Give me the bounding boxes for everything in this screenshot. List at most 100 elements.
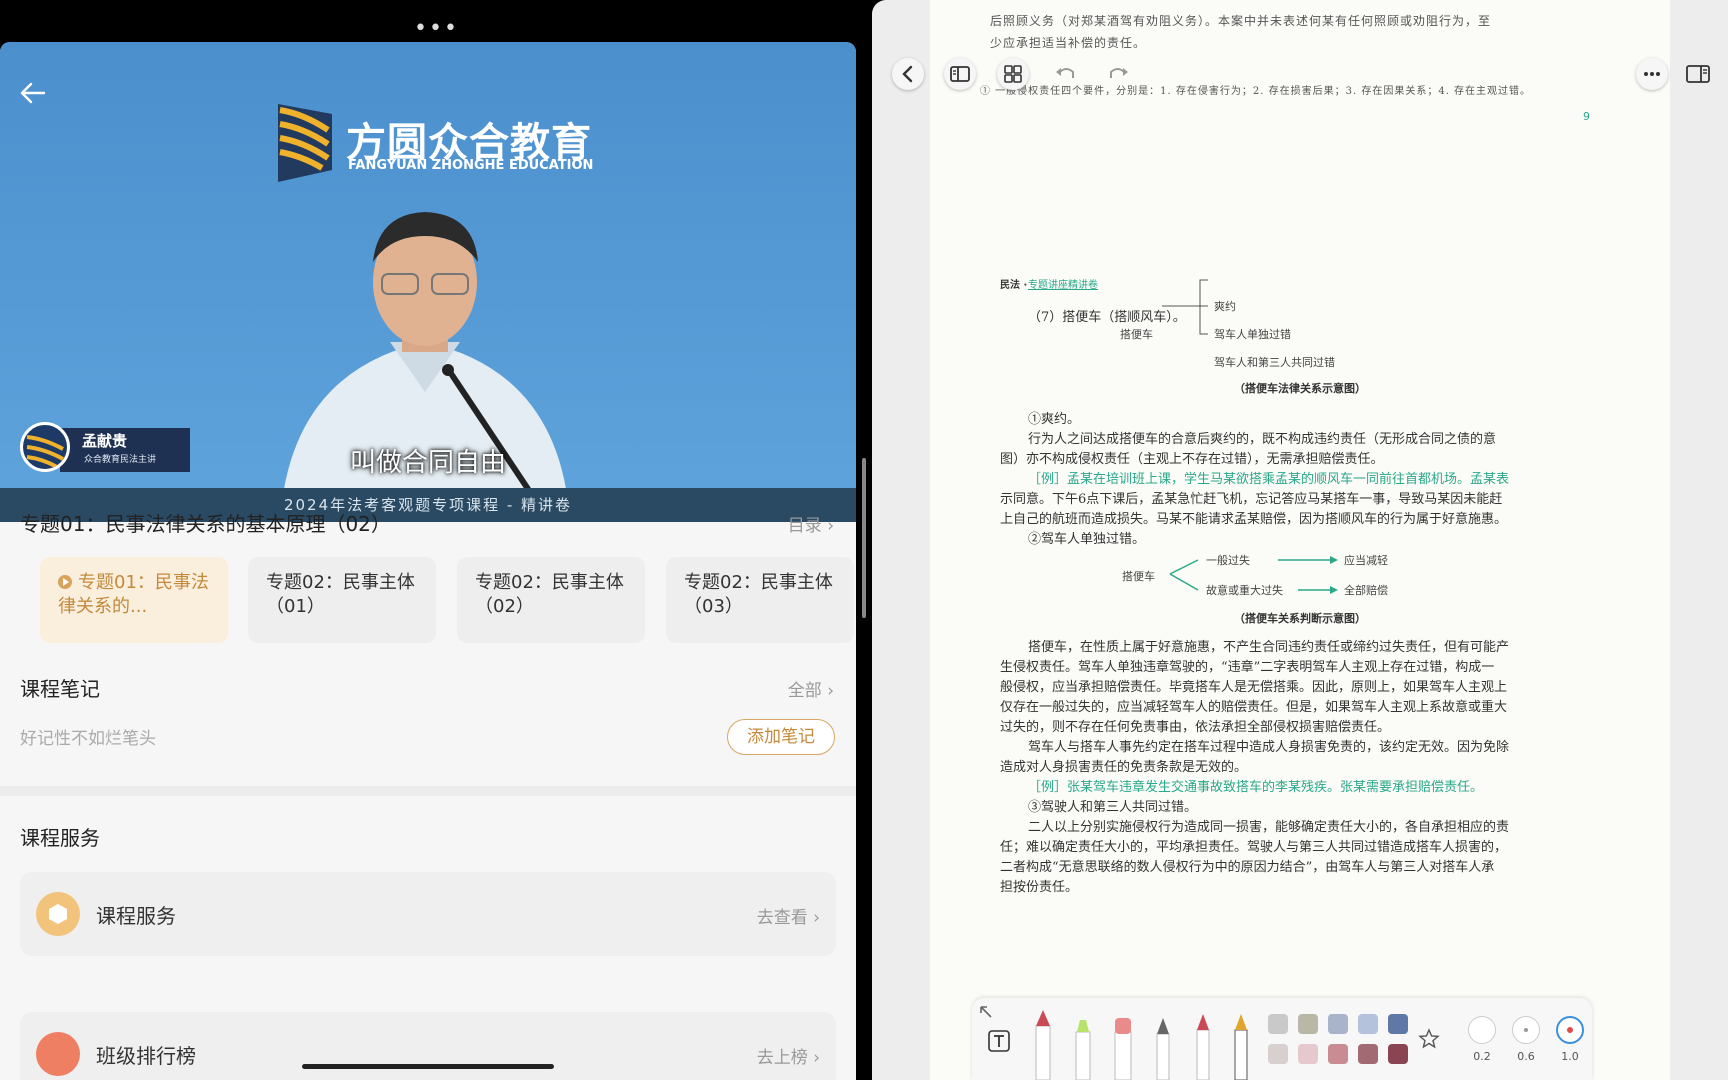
chevron-left-icon bbox=[902, 65, 913, 83]
paragraph-line: 二人以上分别实施侵权行为造成同一损害，能够确定责任大小的，各自承担相应的责 bbox=[1028, 820, 1510, 835]
paragraph-line: 担按份责任。 bbox=[1000, 880, 1079, 895]
previous-page: 后照顾义务（对郑某酒驾有劝阻义务）。本案中并未表述何某有任何照顾或劝阻行为，至 … bbox=[930, 0, 1670, 188]
video-player[interactable]: 方圆众合教育 FANGYUAN ZHONGHE EDUCATION 孟献贵 众合… bbox=[0, 42, 856, 522]
color-swatch-selected[interactable] bbox=[1328, 1044, 1348, 1064]
brand-emblem-icon bbox=[278, 104, 332, 182]
pen-tool-icon[interactable] bbox=[1028, 1008, 1058, 1080]
chapter-item[interactable]: 专题02：民事主体（01） bbox=[248, 557, 436, 643]
service-action: 去查看 › bbox=[757, 903, 820, 928]
chapter-item[interactable]: 专题02：民事主体（02） bbox=[457, 557, 645, 643]
highlighter-tool-icon[interactable] bbox=[1068, 1016, 1098, 1080]
paragraph-line: 行为人之间达成搭便车的合意后爽约的，既不构成违约责任（无形成合同之债的意 bbox=[1028, 432, 1497, 447]
home-indicator[interactable] bbox=[302, 1064, 554, 1069]
class-ranking-card[interactable]: 班级排行榜 去上榜 › bbox=[20, 1012, 836, 1080]
split-screen: ••• 方圆众合教育 FANGYUAN ZHONGHE EDUCATION 孟献… bbox=[0, 0, 1728, 1080]
redo-icon bbox=[1110, 68, 1128, 78]
right-panel-button[interactable] bbox=[1684, 60, 1712, 88]
chapter-label: 专题02：民事主体（03） bbox=[684, 572, 833, 617]
service-action-label: 去查看 bbox=[756, 908, 808, 928]
right-panel-icon bbox=[1686, 65, 1710, 83]
stroke-size-option[interactable] bbox=[1512, 1016, 1540, 1044]
more-horizontal-icon bbox=[1644, 72, 1660, 76]
color-swatch[interactable] bbox=[1268, 1014, 1288, 1034]
right-pane-pdf-reader: 后照顾义务（对郑某酒驾有劝阻义务）。本案中并未表述何某有任何照顾或劝阻行为，至 … bbox=[872, 0, 1728, 1080]
sidebar-icon bbox=[950, 66, 970, 82]
service-shield-icon bbox=[36, 892, 80, 936]
collapse-arrow-icon[interactable] bbox=[978, 1004, 994, 1020]
split-view-divider-handle[interactable] bbox=[862, 458, 866, 618]
course-service-card[interactable]: 课程服务 去查看 › bbox=[20, 872, 836, 956]
ranking-icon bbox=[36, 1032, 80, 1076]
paragraph-line: 任；难以确定责任大小的，平均承担责任。驾驶人与第三人共同过错造成搭车人损害的， bbox=[1000, 840, 1508, 855]
color-swatch[interactable] bbox=[1358, 1044, 1378, 1064]
back-arrow-icon[interactable] bbox=[18, 78, 48, 108]
text-tool-icon[interactable] bbox=[986, 1028, 1012, 1054]
paragraph-heading: ①爽约。 bbox=[1028, 412, 1081, 427]
paragraph-line: 般侵权，应当承担赔偿责任。毕竟搭车人是无偿搭乘。因此，原则上，如果驾车人主观上 bbox=[1000, 680, 1508, 695]
diagram2-caption: （搭便车关系判断示意图） bbox=[1234, 612, 1366, 625]
current-page: 民法 · 专题讲座精讲卷 （7）搭便车（搭顺风车）。 搭便车 爽约 驾车人单独过… bbox=[930, 188, 1670, 1080]
chevron-right-icon: › bbox=[827, 681, 834, 701]
add-note-button[interactable]: 添加笔记 bbox=[727, 719, 835, 755]
stroke-size-label: 0.2 bbox=[1473, 1050, 1491, 1063]
sidebar-toggle-button[interactable] bbox=[944, 58, 976, 90]
paragraph-line: 二者构成“无意思联络的数人侵权行为中的原因力结合”，由驾车人与第三人对搭车人承 bbox=[1000, 860, 1495, 875]
eraser-tool-icon[interactable] bbox=[1108, 1014, 1138, 1080]
chapter-item[interactable]: 专题02：民事主体（03） bbox=[666, 557, 854, 643]
notes-placeholder[interactable]: 好记性不如烂笔头 bbox=[20, 724, 156, 749]
diagram1-branch: 驾车人单独过错 bbox=[1214, 328, 1291, 341]
stroke-size-label: 0.6 bbox=[1517, 1050, 1535, 1063]
grid-icon bbox=[1004, 65, 1022, 83]
chevron-right-icon: › bbox=[813, 1048, 820, 1068]
ranking-label: 班级排行榜 bbox=[96, 1044, 196, 1068]
diagram2-bottom: 故意或重大过失 bbox=[1206, 584, 1283, 597]
example-line: 上自己的航班而造成损失。马某不能请求孟某赔偿，因为搭顺风车的行为属于好意施惠。 bbox=[1000, 512, 1508, 527]
ruler-pen-tool-icon[interactable] bbox=[1226, 1010, 1256, 1080]
chevron-right-icon: › bbox=[813, 908, 820, 928]
brand-name-en: FANGYUAN ZHONGHE EDUCATION bbox=[348, 158, 594, 173]
undo-button[interactable] bbox=[1052, 60, 1080, 88]
redo-button[interactable] bbox=[1104, 60, 1132, 88]
ranking-action-label: 去上榜 bbox=[756, 1048, 808, 1068]
notes-all-link[interactable]: 全部 › bbox=[788, 676, 834, 701]
diagram1-branch: 爽约 bbox=[1214, 300, 1236, 313]
diagram2-top-result: 应当减轻 bbox=[1344, 554, 1388, 567]
stroke-size-option[interactable] bbox=[1468, 1016, 1496, 1044]
more-options-button[interactable] bbox=[1636, 58, 1668, 90]
example-line: ［例］张某驾车违章发生交通事故致搭车的李某残疾。张某需要承担赔偿责任。 bbox=[1028, 780, 1484, 795]
section-divider bbox=[0, 786, 856, 796]
color-swatch[interactable] bbox=[1388, 1014, 1408, 1034]
diagram2-bottom-result: 全部赔偿 bbox=[1344, 584, 1388, 597]
chapter-label: 专题02：民事主体（02） bbox=[475, 572, 624, 617]
toc-label: 目录 bbox=[787, 516, 822, 536]
chapter-item[interactable]: 专题01：民事法律关系的... bbox=[40, 557, 228, 643]
chapter-list: 专题01：民事法律关系的... 专题02：民事主体（01） 专题02：民事主体（… bbox=[40, 557, 856, 643]
diagram1-branch: 驾车人和第三人共同过错 bbox=[1214, 356, 1335, 369]
color-swatch[interactable] bbox=[1298, 1014, 1318, 1034]
play-icon bbox=[58, 575, 72, 589]
paragraph-line: 生侵权责任。驾车人单独违章驾驶的，“违章”二字表明驾车人主观上存在过错，构成一 bbox=[1000, 660, 1495, 675]
lasso-tool-icon[interactable] bbox=[1148, 1014, 1178, 1080]
course-app: 方圆众合教育 FANGYUAN ZHONGHE EDUCATION 孟献贵 众合… bbox=[0, 42, 856, 1080]
undo-icon bbox=[1056, 68, 1074, 78]
paragraph-line: 驾车人与搭车人事先约定在搭车过程中造成人身损害免责的，该约定无效。因为免除 bbox=[1028, 740, 1510, 755]
toc-link[interactable]: 目录 › bbox=[788, 511, 834, 536]
color-swatch[interactable] bbox=[1388, 1044, 1408, 1064]
page-number: 9 bbox=[1583, 110, 1590, 123]
multitask-dots[interactable]: ••• bbox=[414, 16, 459, 41]
color-swatch[interactable] bbox=[1268, 1044, 1288, 1064]
fountain-pen-tool-icon[interactable] bbox=[1188, 1010, 1218, 1080]
paragraph-line: 过失的，则不存在任何免责事由，依法承担全部侵权损害赔偿责任。 bbox=[1000, 720, 1391, 735]
color-swatch[interactable] bbox=[1328, 1014, 1348, 1034]
favorite-star-icon[interactable] bbox=[1418, 1028, 1440, 1050]
page-text-line: 后照顾义务（对郑某酒驾有劝阻义务）。本案中并未表述何某有任何照顾或劝阻行为，至 bbox=[990, 14, 1492, 28]
page-text-line: 少应承担适当补偿的责任。 bbox=[990, 36, 1147, 50]
example-line: 示同意。下午6点下课后，孟某急忙赶飞机，忘记答应马某搭车一事，导致马某因未能赶 bbox=[1000, 492, 1503, 507]
back-button[interactable] bbox=[892, 58, 924, 90]
paragraph-line: 造成对人身损害责任的免责条款是无效的。 bbox=[1000, 760, 1248, 775]
color-swatch[interactable] bbox=[1298, 1044, 1318, 1064]
color-swatch[interactable] bbox=[1358, 1014, 1378, 1034]
thumbnails-button[interactable] bbox=[997, 58, 1029, 90]
stroke-size-option-selected[interactable] bbox=[1556, 1016, 1584, 1044]
chapter-label: 专题01：民事法律关系的... bbox=[58, 572, 209, 617]
